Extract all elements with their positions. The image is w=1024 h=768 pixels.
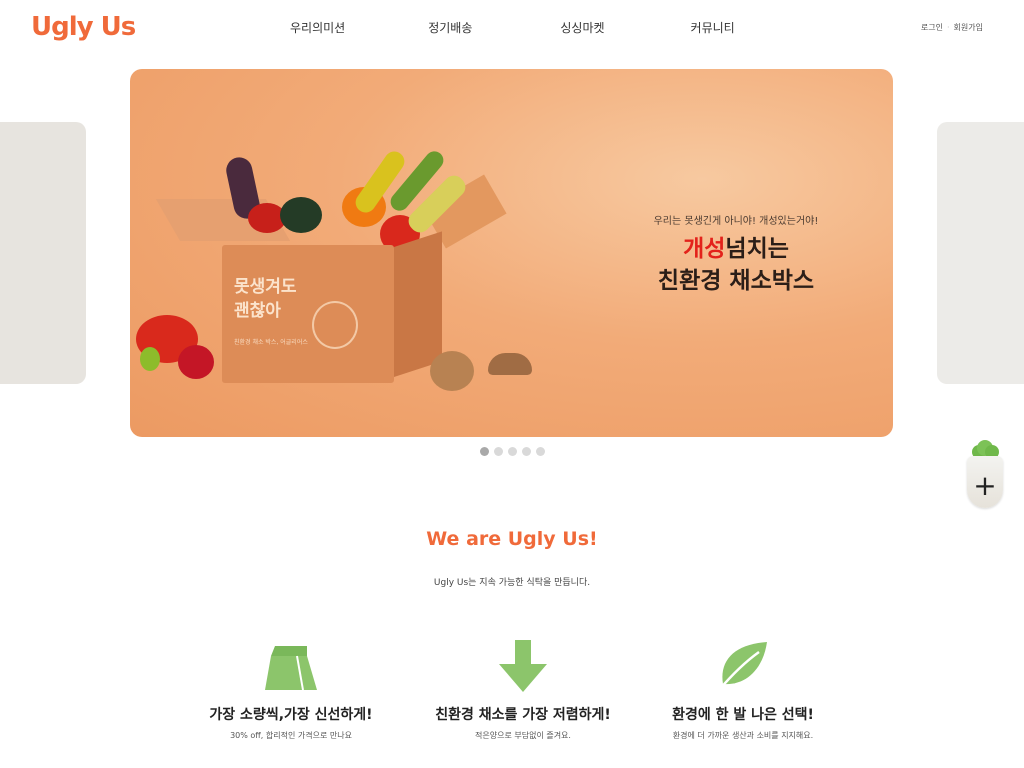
apple-outline-icon — [312, 301, 358, 349]
hero-banner[interactable]: 못생겨도 괜찮아 친환경 채소 박스, 어글리어스 우리는 못생긴게 아니야! … — [130, 69, 893, 437]
login-link[interactable]: 로그인 — [921, 22, 943, 33]
red-pepper-image — [178, 345, 214, 379]
feature-fresh: 가장 소량씩,가장 신선하게! 30% off, 합리적인 가격으로 만나요 — [181, 640, 401, 741]
box-label-line2: 괜찮아 — [234, 301, 281, 321]
hero-title-line1: 개성넘치는 — [616, 233, 856, 265]
auth-links: 로그인 · 회원가입 — [921, 22, 983, 33]
auth-separator: · — [947, 23, 950, 32]
slider-dot[interactable] — [480, 447, 489, 456]
box-small-text: 친환경 채소 박스, 어글리어스 — [234, 339, 308, 346]
squash-image — [280, 197, 322, 233]
potato-image — [430, 351, 474, 391]
feature-desc: 환경에 더 가까운 생산과 소비를 지지해요. — [672, 731, 814, 740]
feature-title: 친환경 채소를 가장 저렴하게! — [435, 707, 611, 723]
feature-eco: 환경에 한 발 나은 선택! 환경에 더 가까운 생산과 소비를 지지해요. — [633, 640, 853, 741]
about-subtitle: Ugly Us는 지속 가능한 식탁을 만듭니다. — [433, 578, 591, 588]
hero-title-highlight: 개성 — [683, 236, 726, 262]
feature-desc: 적은양으로 부담없이 즐겨요. — [475, 731, 571, 740]
hero-text: 우리는 못생긴게 아니야! 개성있는거야! 개성넘치는 친환경 채소박스 — [616, 212, 856, 297]
feature-desc: 30% off, 합리적인 가격으로 만나요 — [230, 731, 352, 740]
slider-pagination — [480, 447, 545, 456]
hero-title-line2: 친환경 채소박스 — [657, 268, 815, 294]
feature-title: 가장 소량씩,가장 신선하게! — [209, 707, 373, 723]
feature-cheap: 친환경 채소를 가장 저렴하게! 적은양으로 부담없이 즐겨요. — [413, 640, 633, 741]
slider-dot[interactable] — [536, 447, 545, 456]
floating-add-button[interactable]: + — [965, 440, 1005, 508]
arrow-down-icon — [499, 640, 547, 692]
plus-icon: + — [973, 469, 997, 502]
nav-item-market[interactable]: 싱싱마켓 — [560, 19, 604, 36]
feature-title: 환경에 한 발 나은 선택! — [672, 707, 814, 723]
radish-body: + — [967, 456, 1003, 508]
about-title: We are Ugly Us! — [426, 528, 598, 550]
slider-dot[interactable] — [522, 447, 531, 456]
chili-image — [140, 347, 160, 371]
nav-item-delivery[interactable]: 정기배송 — [428, 19, 472, 36]
box-label-line1: 못생겨도 — [234, 277, 297, 297]
box-label: 못생겨도 괜찮아 — [234, 275, 297, 323]
nav-item-mission[interactable]: 우리의미션 — [290, 19, 345, 36]
logo[interactable]: Ugly Us — [31, 12, 136, 42]
logo-text: Ugly Us — [31, 12, 136, 42]
main-nav: 우리의미션 정기배송 싱싱마켓 커뮤니티 — [290, 19, 735, 36]
nav-item-community[interactable]: 커뮤니티 — [691, 19, 735, 36]
hero-subtitle: 우리는 못생긴게 아니야! 개성있는거야! — [653, 216, 819, 227]
header: Ugly Us 우리의미션 정기배송 싱싱마켓 커뮤니티 로그인 · 회원가입 — [0, 0, 1024, 58]
slider-dot[interactable] — [494, 447, 503, 456]
slide-preview-prev[interactable] — [0, 122, 86, 384]
hero-title-rest: 넘치는 — [725, 236, 789, 262]
leaf-icon — [718, 642, 767, 691]
mushroom-image — [488, 353, 532, 375]
bag-icon — [265, 646, 317, 691]
veggie-box-side — [394, 231, 442, 377]
slide-preview-next[interactable] — [937, 122, 1024, 384]
signup-link[interactable]: 회원가입 — [954, 22, 983, 33]
slider-dot[interactable] — [508, 447, 517, 456]
